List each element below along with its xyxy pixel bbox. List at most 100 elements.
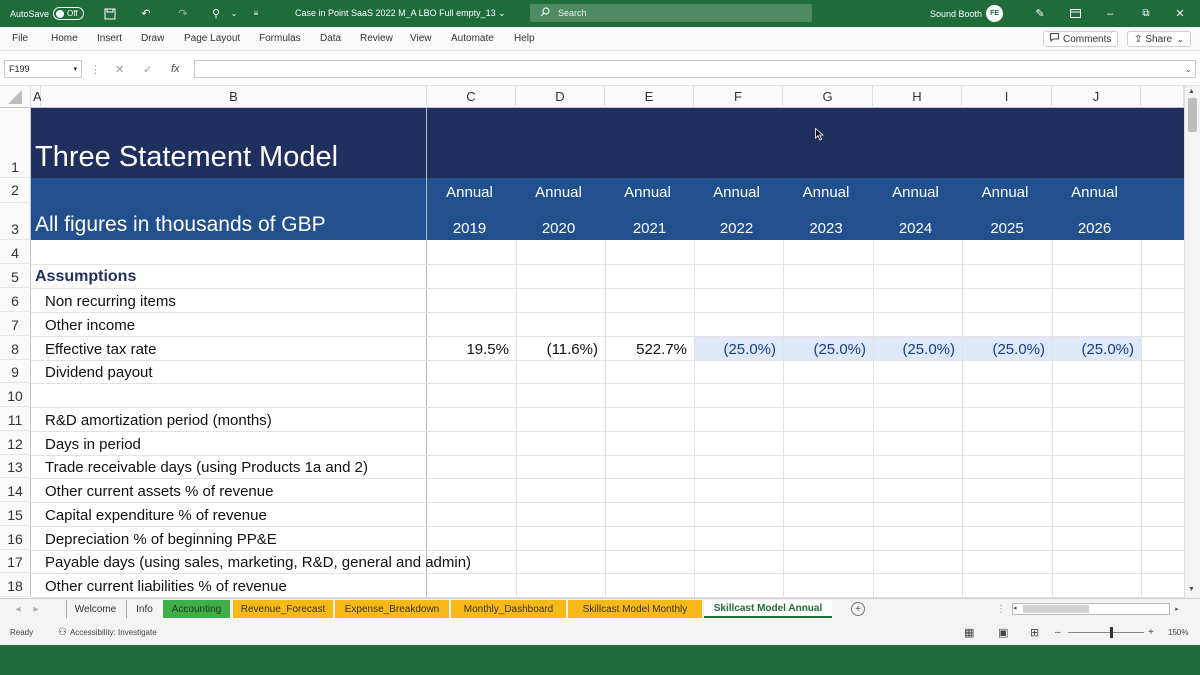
add-sheet-icon[interactable]: +	[851, 602, 865, 616]
tax-rate-2025[interactable]: (25.0%)	[962, 337, 1052, 361]
autosave-toggle[interactable]: Off	[53, 7, 84, 20]
year-d[interactable]: 2020	[516, 216, 601, 240]
menu-insert[interactable]: Insert	[97, 27, 122, 50]
row-header-10[interactable]: 10	[0, 383, 31, 407]
zoom-slider[interactable]	[1068, 619, 1144, 645]
user-account[interactable]: Sound Booth FE	[930, 0, 1004, 27]
row-header-4[interactable]: 4	[0, 240, 31, 264]
column-header-next[interactable]	[1141, 86, 1184, 108]
select-all-corner[interactable]	[0, 86, 31, 108]
row-header-6[interactable]: 6	[0, 288, 31, 312]
scroll-thumb[interactable]	[1188, 98, 1197, 132]
formula-input[interactable]	[194, 60, 1196, 78]
autosave-group[interactable]: AutoSave Off	[10, 0, 84, 27]
tax-rate-2020[interactable]: (11.6%)	[516, 337, 605, 361]
horizontal-scroll-thumb[interactable]	[1023, 605, 1089, 613]
row-header-7[interactable]: 7	[0, 312, 31, 336]
label-days-in-period[interactable]: Days in period	[45, 432, 141, 456]
expand-formula-icon[interactable]: ⌄	[1185, 60, 1192, 78]
menu-automate[interactable]: Automate	[451, 27, 494, 50]
row-header-3[interactable]: 3	[0, 203, 31, 240]
label-non-recurring-items[interactable]: Non recurring items	[45, 289, 176, 313]
row-header-15[interactable]: 15	[0, 502, 31, 526]
tab-monthly-dashboard[interactable]: Monthly_Dashboard	[451, 600, 566, 618]
label-trade-receivable-days[interactable]: Trade receivable days (using Products 1a…	[45, 455, 368, 479]
name-box[interactable]: F199 ▾	[4, 60, 82, 78]
menu-data[interactable]: Data	[320, 27, 341, 50]
row-header-14[interactable]: 14	[0, 478, 31, 502]
period-c[interactable]: Annual	[427, 180, 512, 204]
zoom-level[interactable]: 150%	[1168, 619, 1188, 645]
menu-review[interactable]: Review	[360, 27, 393, 50]
label-rd-amortization[interactable]: R&D amortization period (months)	[45, 408, 272, 432]
section-assumptions[interactable]: Assumptions	[35, 265, 136, 289]
zoom-in-icon[interactable]: +	[1148, 619, 1154, 645]
label-other-current-liabilities[interactable]: Other current liabilities % of revenue	[45, 574, 287, 598]
save-icon[interactable]	[102, 0, 118, 27]
tax-rate-2024[interactable]: (25.0%)	[873, 337, 962, 361]
undo-icon[interactable]: ↶	[138, 0, 154, 27]
more-options-icon[interactable]: ⋮	[90, 60, 101, 78]
tab-accounting[interactable]: Accounting	[163, 600, 230, 618]
comments-button[interactable]: Comments	[1043, 31, 1119, 47]
row-header-18[interactable]: 18	[0, 573, 31, 597]
vertical-scrollbar[interactable]: ▲ ▼	[1184, 86, 1200, 598]
menu-file[interactable]: File	[12, 27, 28, 50]
period-d[interactable]: Annual	[516, 180, 601, 204]
label-depreciation[interactable]: Depreciation % of beginning PP&E	[45, 527, 277, 551]
menu-formulas[interactable]: Formulas	[259, 27, 301, 50]
menu-view[interactable]: View	[410, 27, 432, 50]
tab-scroll-right-icon[interactable]: ▸	[30, 600, 42, 618]
row-header-9[interactable]: 9	[0, 360, 31, 383]
accessibility-status[interactable]: ⚇ Accessibility: Investigate	[58, 619, 157, 645]
row-header-1[interactable]: 1	[0, 108, 31, 178]
label-other-current-assets[interactable]: Other current assets % of revenue	[45, 479, 273, 503]
column-header-j[interactable]: J	[1052, 86, 1141, 108]
tab-revenue-forecast[interactable]: Revenue_Forecast	[233, 600, 333, 618]
tab-scroll-left-icon[interactable]: ◂	[12, 600, 24, 618]
tab-skillcast-model-annual[interactable]: Skillcast Model Annual	[704, 600, 832, 618]
menu-draw[interactable]: Draw	[141, 27, 164, 50]
year-g[interactable]: 2023	[783, 216, 869, 240]
period-j[interactable]: Annual	[1052, 180, 1137, 204]
row-header-11[interactable]: 11	[0, 407, 31, 431]
scroll-left-icon[interactable]: ◂	[1013, 604, 1021, 614]
column-header-a[interactable]: A	[31, 86, 42, 108]
tax-rate-2021[interactable]: 522.7%	[605, 337, 694, 361]
label-effective-tax-rate[interactable]: Effective tax rate	[45, 337, 156, 361]
insert-function-icon[interactable]: fx	[171, 60, 180, 78]
zoom-out-icon[interactable]: –	[1055, 619, 1061, 645]
column-header-f[interactable]: F	[694, 86, 783, 108]
tab-info[interactable]: Info	[126, 600, 162, 618]
year-e[interactable]: 2021	[605, 216, 694, 240]
row-header-8[interactable]: 8	[0, 336, 31, 360]
minimize-icon[interactable]: –	[1102, 0, 1118, 27]
chevron-down-icon[interactable]: ⌄	[226, 0, 242, 27]
menu-home[interactable]: Home	[51, 27, 78, 50]
period-i[interactable]: Annual	[962, 180, 1048, 204]
document-title[interactable]: Case in Point SaaS 2022 M_A LBO Full emp…	[295, 0, 506, 27]
period-f[interactable]: Annual	[694, 180, 779, 204]
split-handle-icon[interactable]: ⋮	[996, 600, 1006, 618]
menu-page-layout[interactable]: Page Layout	[184, 27, 240, 50]
column-header-g[interactable]: G	[783, 86, 873, 108]
column-header-b[interactable]: B	[41, 86, 427, 108]
column-header-e[interactable]: E	[605, 86, 694, 108]
redo-icon[interactable]: ↷	[175, 0, 191, 27]
scroll-up-icon[interactable]: ▲	[1188, 88, 1195, 95]
tax-rate-2023[interactable]: (25.0%)	[783, 337, 873, 361]
column-header-d[interactable]: D	[516, 86, 605, 108]
period-e[interactable]: Annual	[605, 180, 690, 204]
zoom-slider-thumb[interactable]	[1110, 626, 1113, 638]
column-header-i[interactable]: I	[962, 86, 1052, 108]
row-header-5[interactable]: 5	[0, 264, 31, 288]
touch-mode-icon[interactable]: ⚲	[208, 0, 224, 27]
year-i[interactable]: 2025	[962, 216, 1052, 240]
label-other-income[interactable]: Other income	[45, 313, 135, 337]
period-h[interactable]: Annual	[873, 180, 958, 204]
worksheet-grid[interactable]: A B C D E F G H I J 1 2 3 4 5 6 7 8 9 10…	[0, 86, 1200, 598]
ribbon-display-icon[interactable]	[1067, 0, 1083, 27]
tax-rate-2019[interactable]: 19.5%	[427, 337, 516, 361]
scroll-right-icon[interactable]: ▸	[1172, 600, 1182, 618]
pen-icon[interactable]: ✎	[1032, 0, 1048, 27]
